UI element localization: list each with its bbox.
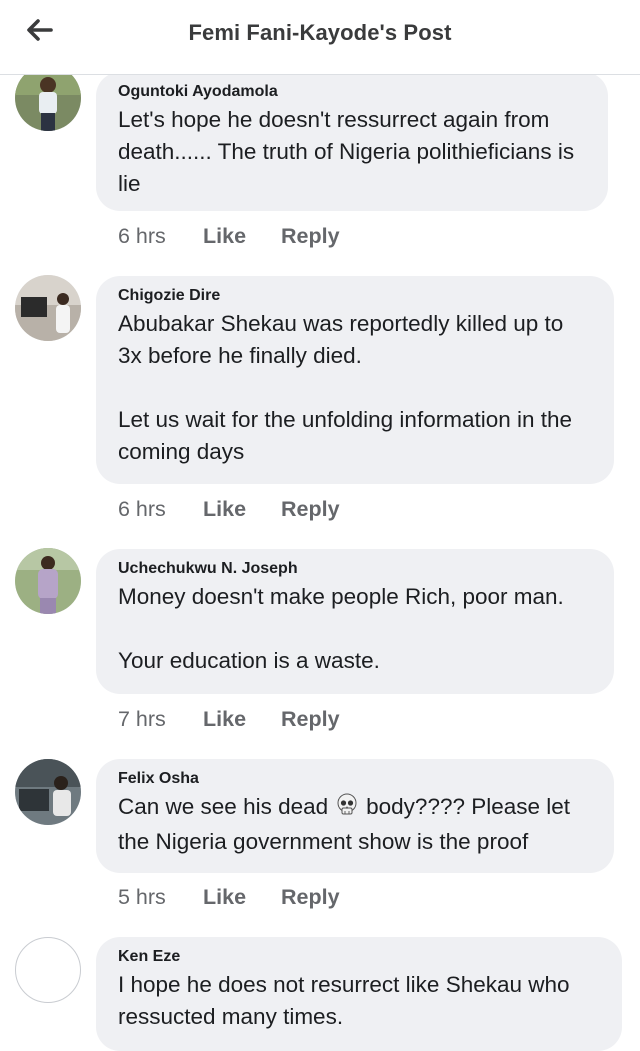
comment-timestamp[interactable]: 5 hrs [118,885,203,910]
comment-text: Can we see his dead body???? Please let … [118,791,592,858]
avatar[interactable] [15,548,81,614]
comment-actions: 6 hrs Like Reply [118,497,340,522]
comment-bubble[interactable]: Felix Osha Can we see his dead body???? … [96,759,614,873]
skull-emoji-icon [336,793,358,826]
comment-author[interactable]: Uchechukwu N. Joseph [118,559,592,579]
like-button[interactable]: Like [203,497,281,522]
comment-author[interactable]: Ken Eze [118,947,600,967]
comment-bubble[interactable]: Ken Eze I hope he does not resurrect lik… [96,937,622,1051]
comment-author[interactable]: Felix Osha [118,769,592,789]
comment-bubble[interactable]: Chigozie Dire Abubakar Shekau was report… [96,276,614,484]
comment-bubble[interactable]: Oguntoki Ayodamola Let's hope he doesn't… [96,72,608,211]
reply-button[interactable]: Reply [281,707,340,732]
comment-text: Let's hope he doesn't ressurrect again f… [118,107,575,196]
like-button[interactable]: Like [203,224,281,249]
comment-timestamp[interactable]: 7 hrs [118,707,203,732]
reply-button[interactable]: Reply [281,885,340,910]
comment-actions: 5 hrs Like Reply [118,885,340,910]
comment-author[interactable]: Oguntoki Ayodamola [118,82,586,102]
comment-actions: 6 hrs Like Reply [118,224,340,249]
reply-button[interactable]: Reply [281,497,340,522]
comment-text: Abubakar Shekau was reportedly killed up… [118,311,573,464]
avatar[interactable] [15,759,81,825]
comment-actions: 7 hrs Like Reply [118,707,340,732]
comment-bubble[interactable]: Uchechukwu N. Joseph Money doesn't make … [96,549,614,694]
comment-text-part: Can we see his dead [118,794,329,819]
page-title: Femi Fani-Kayode's Post [188,20,452,45]
comment-timestamp[interactable]: 6 hrs [118,497,203,522]
comment-author[interactable]: Chigozie Dire [118,286,592,306]
reply-button[interactable]: Reply [281,224,340,249]
avatar[interactable] [15,275,81,341]
comment-text: Money doesn't make people Rich, poor man… [118,584,564,673]
top-bar: Femi Fani-Kayode's Post [0,0,640,75]
like-button[interactable]: Like [203,885,281,910]
comment-text: I hope he does not resurrect like Shekau… [118,972,570,1029]
avatar[interactable] [15,937,81,1003]
like-button[interactable]: Like [203,707,281,732]
comment-timestamp[interactable]: 6 hrs [118,224,203,249]
